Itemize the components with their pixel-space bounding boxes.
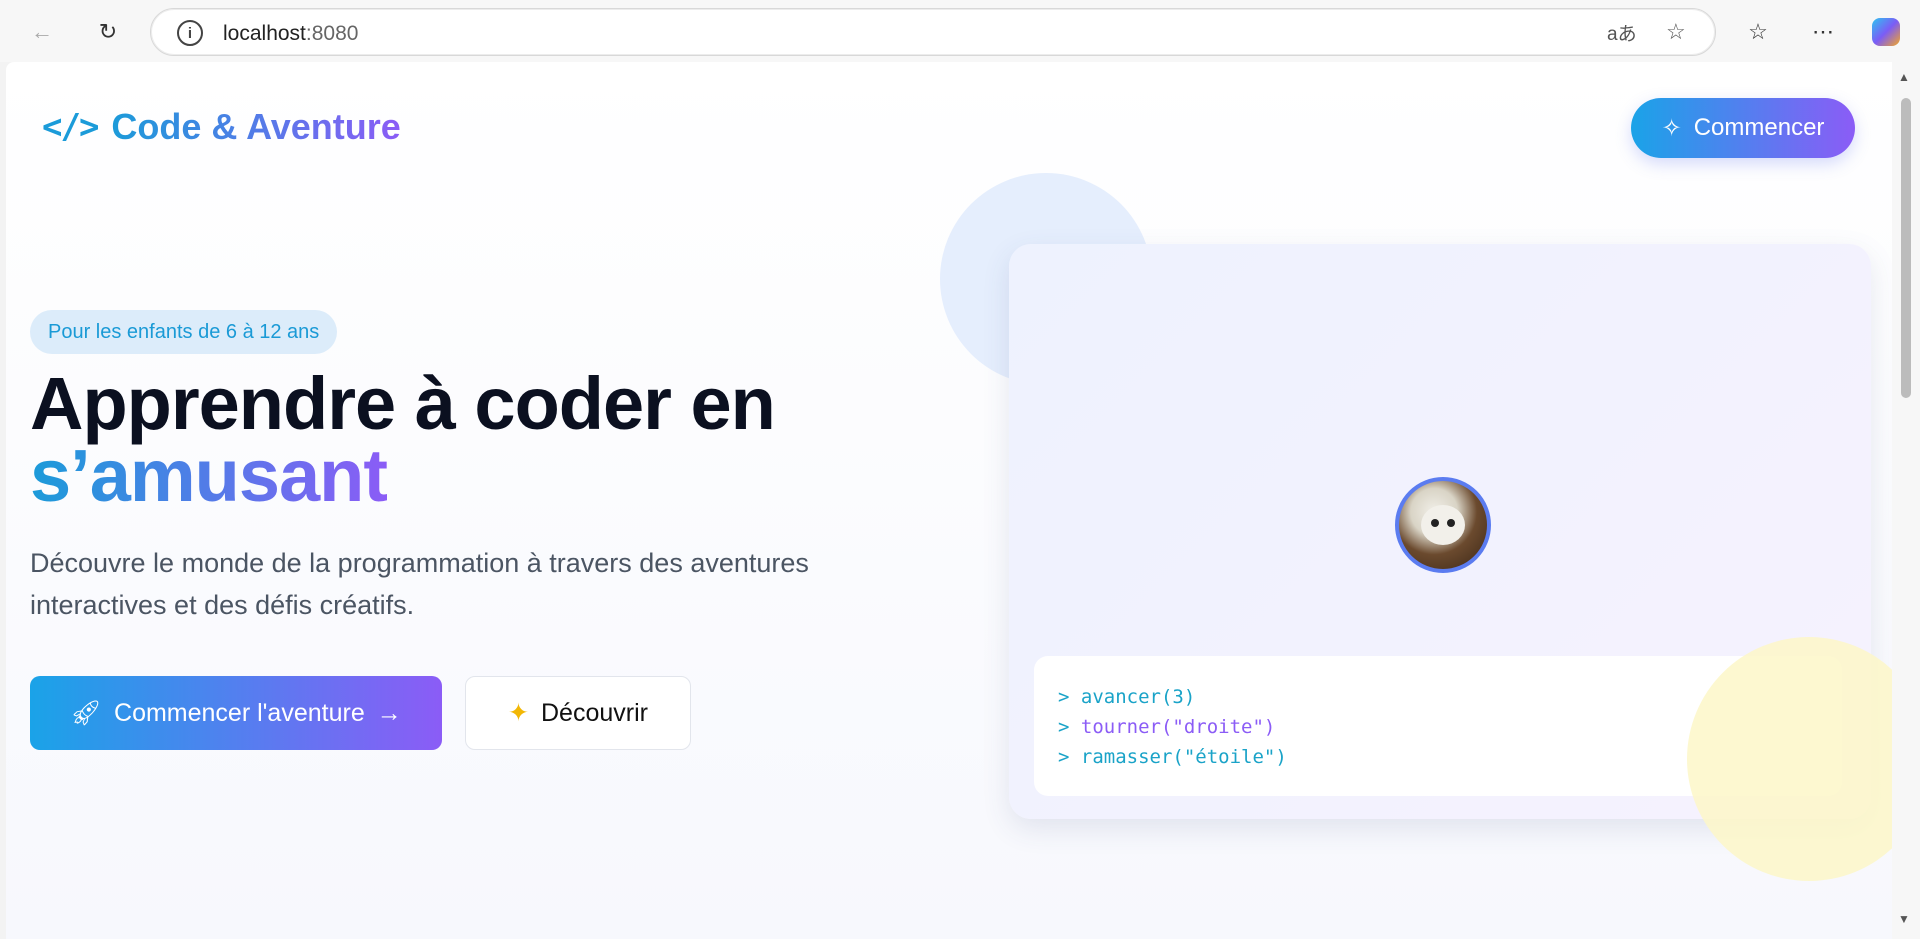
- sparkles-icon: ✧: [1661, 114, 1682, 142]
- age-badge: Pour les enfants de 6 à 12 ans: [30, 310, 338, 354]
- robot-eye: [1447, 519, 1455, 527]
- start-adventure-button[interactable]: 🚀︎ Commencer l'aventure →: [30, 676, 442, 750]
- reload-icon[interactable]: ↻: [88, 12, 128, 52]
- rocket-icon: 🚀︎: [70, 698, 103, 727]
- site-info-icon[interactable]: i: [177, 20, 203, 46]
- logo-text: Code & Aventure: [111, 106, 401, 147]
- translate-icon[interactable]: aあ: [1607, 19, 1637, 46]
- address-bar[interactable]: i localhost:8080 aあ ☆: [150, 8, 1716, 56]
- browser-toolbar: ← ↻ i localhost:8080 aあ ☆ ☆ ⋯: [0, 0, 1920, 62]
- arrow-right-icon: →: [376, 698, 402, 727]
- vertical-scrollbar[interactable]: ▲ ▼: [1892, 62, 1920, 939]
- robot-eye: [1431, 519, 1439, 527]
- favorite-star-icon[interactable]: ☆: [1666, 19, 1686, 45]
- discover-button[interactable]: ✦ Découvrir: [465, 676, 691, 750]
- hero-title-line2: s’amusant: [30, 434, 388, 517]
- discover-label: Découvrir: [540, 698, 648, 727]
- robot-avatar: [1395, 477, 1491, 573]
- header-start-button[interactable]: ✧ Commencer: [1631, 98, 1855, 158]
- scroll-down-icon[interactable]: ▼: [1898, 912, 1910, 926]
- back-icon[interactable]: ←: [22, 12, 62, 52]
- code-brackets-icon: </>: [42, 107, 99, 147]
- more-menu-icon[interactable]: ⋯: [1803, 12, 1843, 52]
- url-text[interactable]: localhost:8080: [223, 22, 358, 46]
- hero-description-line2: interactives et des défis créatifs.: [30, 590, 415, 620]
- scroll-up-icon[interactable]: ▲: [1898, 70, 1910, 84]
- favorites-list-icon[interactable]: ☆: [1738, 12, 1778, 52]
- start-adventure-label: Commencer l'aventure: [114, 698, 365, 727]
- hero-description-line1: Découvre le monde de la programmation à …: [30, 548, 809, 578]
- sparkles-icon: ✦: [508, 699, 529, 727]
- page-viewport: </> Code & Aventure ✧ Commencer Pour les…: [6, 62, 1892, 939]
- robot-head: [1421, 505, 1465, 545]
- site-logo[interactable]: </> Code & Aventure: [42, 106, 401, 148]
- copilot-icon[interactable]: [1866, 12, 1906, 52]
- hero-description: Découvre le monde de la programmation à …: [30, 542, 930, 626]
- scroll-thumb[interactable]: [1901, 98, 1911, 398]
- header-start-label: Commencer: [1693, 114, 1825, 141]
- hero-title-line1: Apprendre à coder en: [30, 362, 776, 445]
